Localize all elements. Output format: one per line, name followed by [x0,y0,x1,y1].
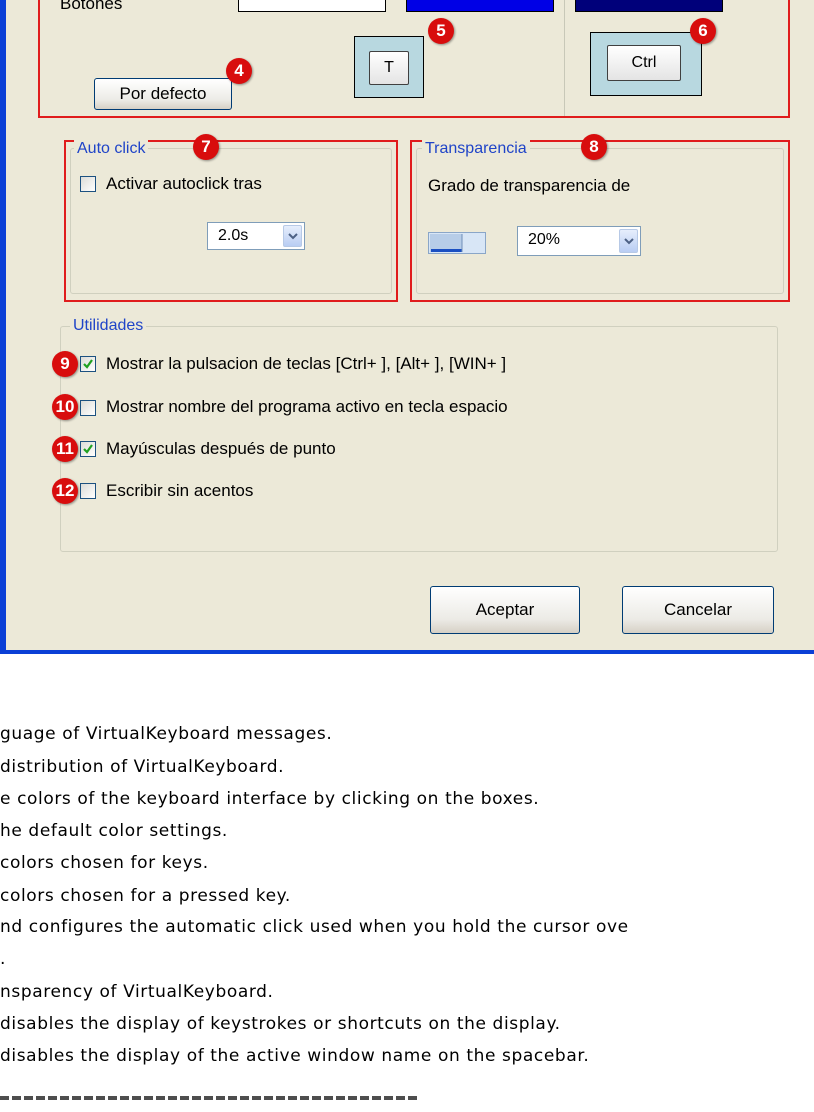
description-line: e colors of the keyboard interface by cl… [0,789,540,809]
annotation-badge-9: 9 [52,351,78,377]
checkmark-icon [83,444,93,454]
cancel-button[interactable]: Cancelar [622,586,774,634]
show-keystrokes-label: Mostrar la pulsacion de teclas [Ctrl+ ],… [106,354,507,373]
buttons-row-label: Botones [60,0,123,13]
chevron-down-icon [619,229,638,253]
annotation-badge-4: 4 [226,58,252,84]
description-line: distribution of VirtualKeyboard. [0,757,285,777]
transparency-preview-icon [428,232,486,254]
annotation-badge-12: 12 [52,478,78,504]
annotation-badge-7: 7 [193,134,219,160]
chevron-down-icon [283,225,302,247]
window-frame-left [0,0,6,654]
description-line: colors chosen for keys. [0,853,209,873]
annotation-badge-10: 10 [52,394,78,420]
autoclick-checkbox[interactable] [80,176,96,192]
transparency-legend: Transparencia [422,140,530,158]
autoclick-group [70,148,392,294]
checkmark-icon [83,359,93,369]
description-line: nsparency of VirtualKeyboard. [0,982,274,1002]
window-frame-bottom [0,650,814,654]
description-line-cropped [0,1084,500,1112]
key-color-swatch[interactable] [238,0,386,12]
write-without-accents-checkbox[interactable] [80,483,96,499]
description-line: . [0,949,7,969]
description-line: nd configures the automatic click used w… [0,917,629,937]
colors-divider [564,0,565,116]
write-without-accents-label: Escribir sin acentos [106,481,254,500]
default-colors-button[interactable]: Por defecto [94,78,232,110]
transparency-value: 20% [528,231,561,248]
key-preview: T [369,51,409,85]
show-program-name-label: Mostrar nombre del programa activo en te… [106,397,508,416]
capitalize-after-period-label: Mayúsculas después de punto [106,439,336,458]
transparency-group [416,148,784,294]
description-line: guage of VirtualKeyboard messages. [0,724,333,744]
annotation-badge-5: 5 [428,18,454,44]
transparency-label: Grado de transparencia de [428,176,631,195]
description-line: he default color settings. [0,821,228,841]
autoclick-checkbox-label: Activar autoclick tras [106,174,262,193]
autoclick-delay-select[interactable]: 2.0s [207,222,305,250]
show-program-name-checkbox[interactable] [80,400,96,416]
annotation-badge-8: 8 [581,134,607,160]
pressed-key-preview: Ctrl [607,45,681,81]
pressed-key-color-swatch[interactable] [575,0,723,12]
utilities-legend: Utilidades [70,317,147,335]
key-preview-box: T [354,36,424,98]
transparency-select[interactable]: 20% [517,226,641,256]
description-line: disables the display of the active windo… [0,1046,590,1066]
annotation-badge-6: 6 [690,18,716,44]
pressed-key-preview-box: Ctrl [590,32,702,96]
capitalize-after-period-checkbox[interactable] [80,441,96,457]
autoclick-delay-value: 2.0s [218,227,249,244]
autoclick-legend: Auto click [74,140,149,158]
description-line: colors chosen for a pressed key. [0,886,291,906]
accept-button[interactable]: Aceptar [430,586,580,634]
description-line: disables the display of keystrokes or sh… [0,1014,561,1034]
annotation-badge-11: 11 [52,436,78,462]
show-keystrokes-checkbox[interactable] [80,356,96,372]
key-text-color-swatch[interactable] [406,0,554,12]
